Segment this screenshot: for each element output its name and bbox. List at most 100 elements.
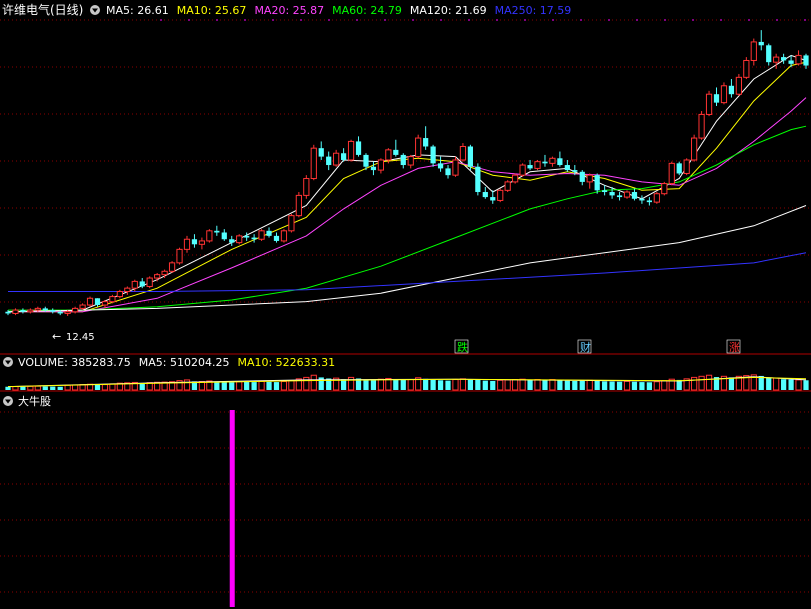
volume-bar-up bbox=[534, 379, 541, 391]
ma-line-ma250 bbox=[8, 252, 807, 292]
volume-bar-up bbox=[691, 376, 698, 391]
volume-bar-up bbox=[452, 379, 459, 391]
ma-line-ma10 bbox=[8, 61, 807, 313]
candle-body-up bbox=[743, 59, 750, 78]
volume-bar-up bbox=[661, 380, 668, 391]
candle-body-down bbox=[579, 171, 585, 182]
volume-bar-down bbox=[363, 379, 369, 390]
volume-legend: VOLUME: 385283.75 MA5: 510204.25 MA10: 522… bbox=[18, 356, 335, 369]
price-panel-header: 许维电气(日线) MA5: 26.61 MA10: 25.67 MA20: 25.8… bbox=[2, 2, 571, 17]
volume-bar-up bbox=[698, 375, 705, 391]
candle-body-down bbox=[490, 197, 496, 201]
candle-body-down bbox=[766, 45, 772, 63]
candle-body-down bbox=[273, 235, 280, 241]
volume-bar-up bbox=[705, 374, 713, 391]
volume-panel-toggle-icon[interactable] bbox=[3, 357, 13, 367]
candle-body-up bbox=[415, 137, 422, 158]
event-marker-fall-text: 跌 bbox=[457, 340, 468, 354]
candle-body-up bbox=[198, 240, 206, 245]
stock-chart: 许维电气(日线) MA5: 26.61 MA10: 25.67 MA20: 25.8… bbox=[0, 2, 811, 607]
candle-body-down bbox=[363, 154, 369, 167]
volume-bar-down bbox=[370, 379, 377, 390]
volume-bar-down bbox=[318, 377, 324, 390]
event-marker-rise-text: 涨 bbox=[729, 341, 740, 354]
candle-body-down bbox=[631, 192, 638, 199]
volume-bar-down bbox=[803, 380, 809, 390]
candle-body-up bbox=[534, 161, 541, 169]
candle-body-up bbox=[720, 85, 728, 104]
candle-body-down bbox=[475, 166, 481, 193]
candle-body-down bbox=[5, 311, 11, 314]
candle-body-down bbox=[437, 163, 444, 169]
indicator-panel-toggle-icon[interactable] bbox=[3, 396, 13, 406]
volume-bar-down bbox=[602, 381, 608, 390]
signal-bar bbox=[229, 410, 235, 607]
candle-body-down bbox=[564, 165, 570, 171]
candle-body-down bbox=[42, 308, 48, 311]
panel-toggle-icon[interactable] bbox=[90, 5, 100, 15]
candle-body-down bbox=[594, 175, 600, 191]
chart-title: 许维电气(日线) bbox=[2, 2, 83, 17]
ma-legend-item-1: MA10: 25.67 bbox=[177, 4, 247, 17]
volume-bar-up bbox=[377, 378, 385, 391]
event-marker-fall[interactable]: 跌 bbox=[454, 339, 469, 354]
volume-bar-down bbox=[631, 381, 638, 390]
indicator-grid bbox=[0, 411, 811, 593]
volume-bar-down bbox=[594, 381, 600, 390]
candle-body-down bbox=[57, 311, 63, 314]
low-price-label: 12.45 bbox=[66, 332, 95, 343]
candle-body-up bbox=[168, 262, 176, 272]
candle-body-down bbox=[244, 235, 250, 238]
candle-body-down bbox=[50, 310, 56, 312]
candle-body-down bbox=[139, 281, 145, 287]
volume-bar-up bbox=[310, 374, 317, 391]
candle-body-up bbox=[295, 194, 302, 217]
candle-body-down bbox=[326, 156, 332, 166]
volume-legend-item-0: VOLUME: 385283.75 bbox=[18, 356, 131, 369]
volume-bar-up bbox=[183, 379, 191, 391]
candle-body-up bbox=[512, 174, 519, 183]
candle-body-down bbox=[340, 153, 347, 160]
volume-bar-down bbox=[214, 381, 220, 390]
volume-bar-up bbox=[653, 381, 660, 391]
volume-bar-up bbox=[236, 381, 243, 391]
candle-body-down bbox=[191, 239, 198, 245]
candle-body-down bbox=[616, 195, 623, 198]
ma-line-ma60 bbox=[8, 125, 807, 311]
candle-body-down bbox=[639, 198, 645, 201]
volume-bar-up bbox=[497, 379, 504, 391]
volume-bar-up bbox=[288, 380, 295, 391]
volume-bar-up bbox=[12, 386, 19, 391]
candle-body-down bbox=[214, 230, 220, 233]
volume-bar-up bbox=[280, 381, 288, 391]
candle-body-down bbox=[803, 55, 809, 66]
candle-body-down bbox=[266, 230, 272, 236]
volume-bar-down bbox=[646, 382, 652, 390]
volume-panel: VOLUME: 385283.75 MA5: 510204.25 MA10: 522… bbox=[3, 356, 809, 391]
low-price-marker: ← 12.45 bbox=[52, 330, 95, 343]
candle-body-up bbox=[750, 41, 757, 61]
volume-bar-down bbox=[437, 380, 444, 390]
candle-body-up bbox=[79, 304, 86, 309]
candle-body-down bbox=[370, 166, 377, 171]
candle-body-down bbox=[781, 57, 787, 61]
candle-body-up bbox=[236, 235, 243, 244]
event-marker-rise[interactable]: 涨 bbox=[726, 339, 741, 354]
candle-body-down bbox=[229, 239, 235, 243]
event-marker-finance-text: 财 bbox=[580, 340, 591, 354]
candle-body-up bbox=[519, 164, 526, 176]
volume-bar-up bbox=[549, 379, 556, 391]
volume-bar-down bbox=[542, 379, 548, 390]
candle-body-down bbox=[445, 168, 451, 176]
candle-body-up bbox=[109, 296, 116, 303]
volume-bar-up bbox=[64, 384, 71, 391]
ma-legend-item-5: MA250: 17.59 bbox=[495, 4, 572, 17]
volume-bar-down bbox=[482, 380, 488, 390]
candle-body-up bbox=[333, 152, 340, 166]
candle-body-up bbox=[549, 157, 556, 164]
event-marker-finance[interactable]: 财 bbox=[577, 339, 592, 354]
volume-bar-down bbox=[423, 378, 429, 390]
ma-line-ma5 bbox=[7, 54, 807, 313]
volume-bar-up bbox=[623, 380, 631, 391]
candle-body-down bbox=[94, 298, 101, 306]
